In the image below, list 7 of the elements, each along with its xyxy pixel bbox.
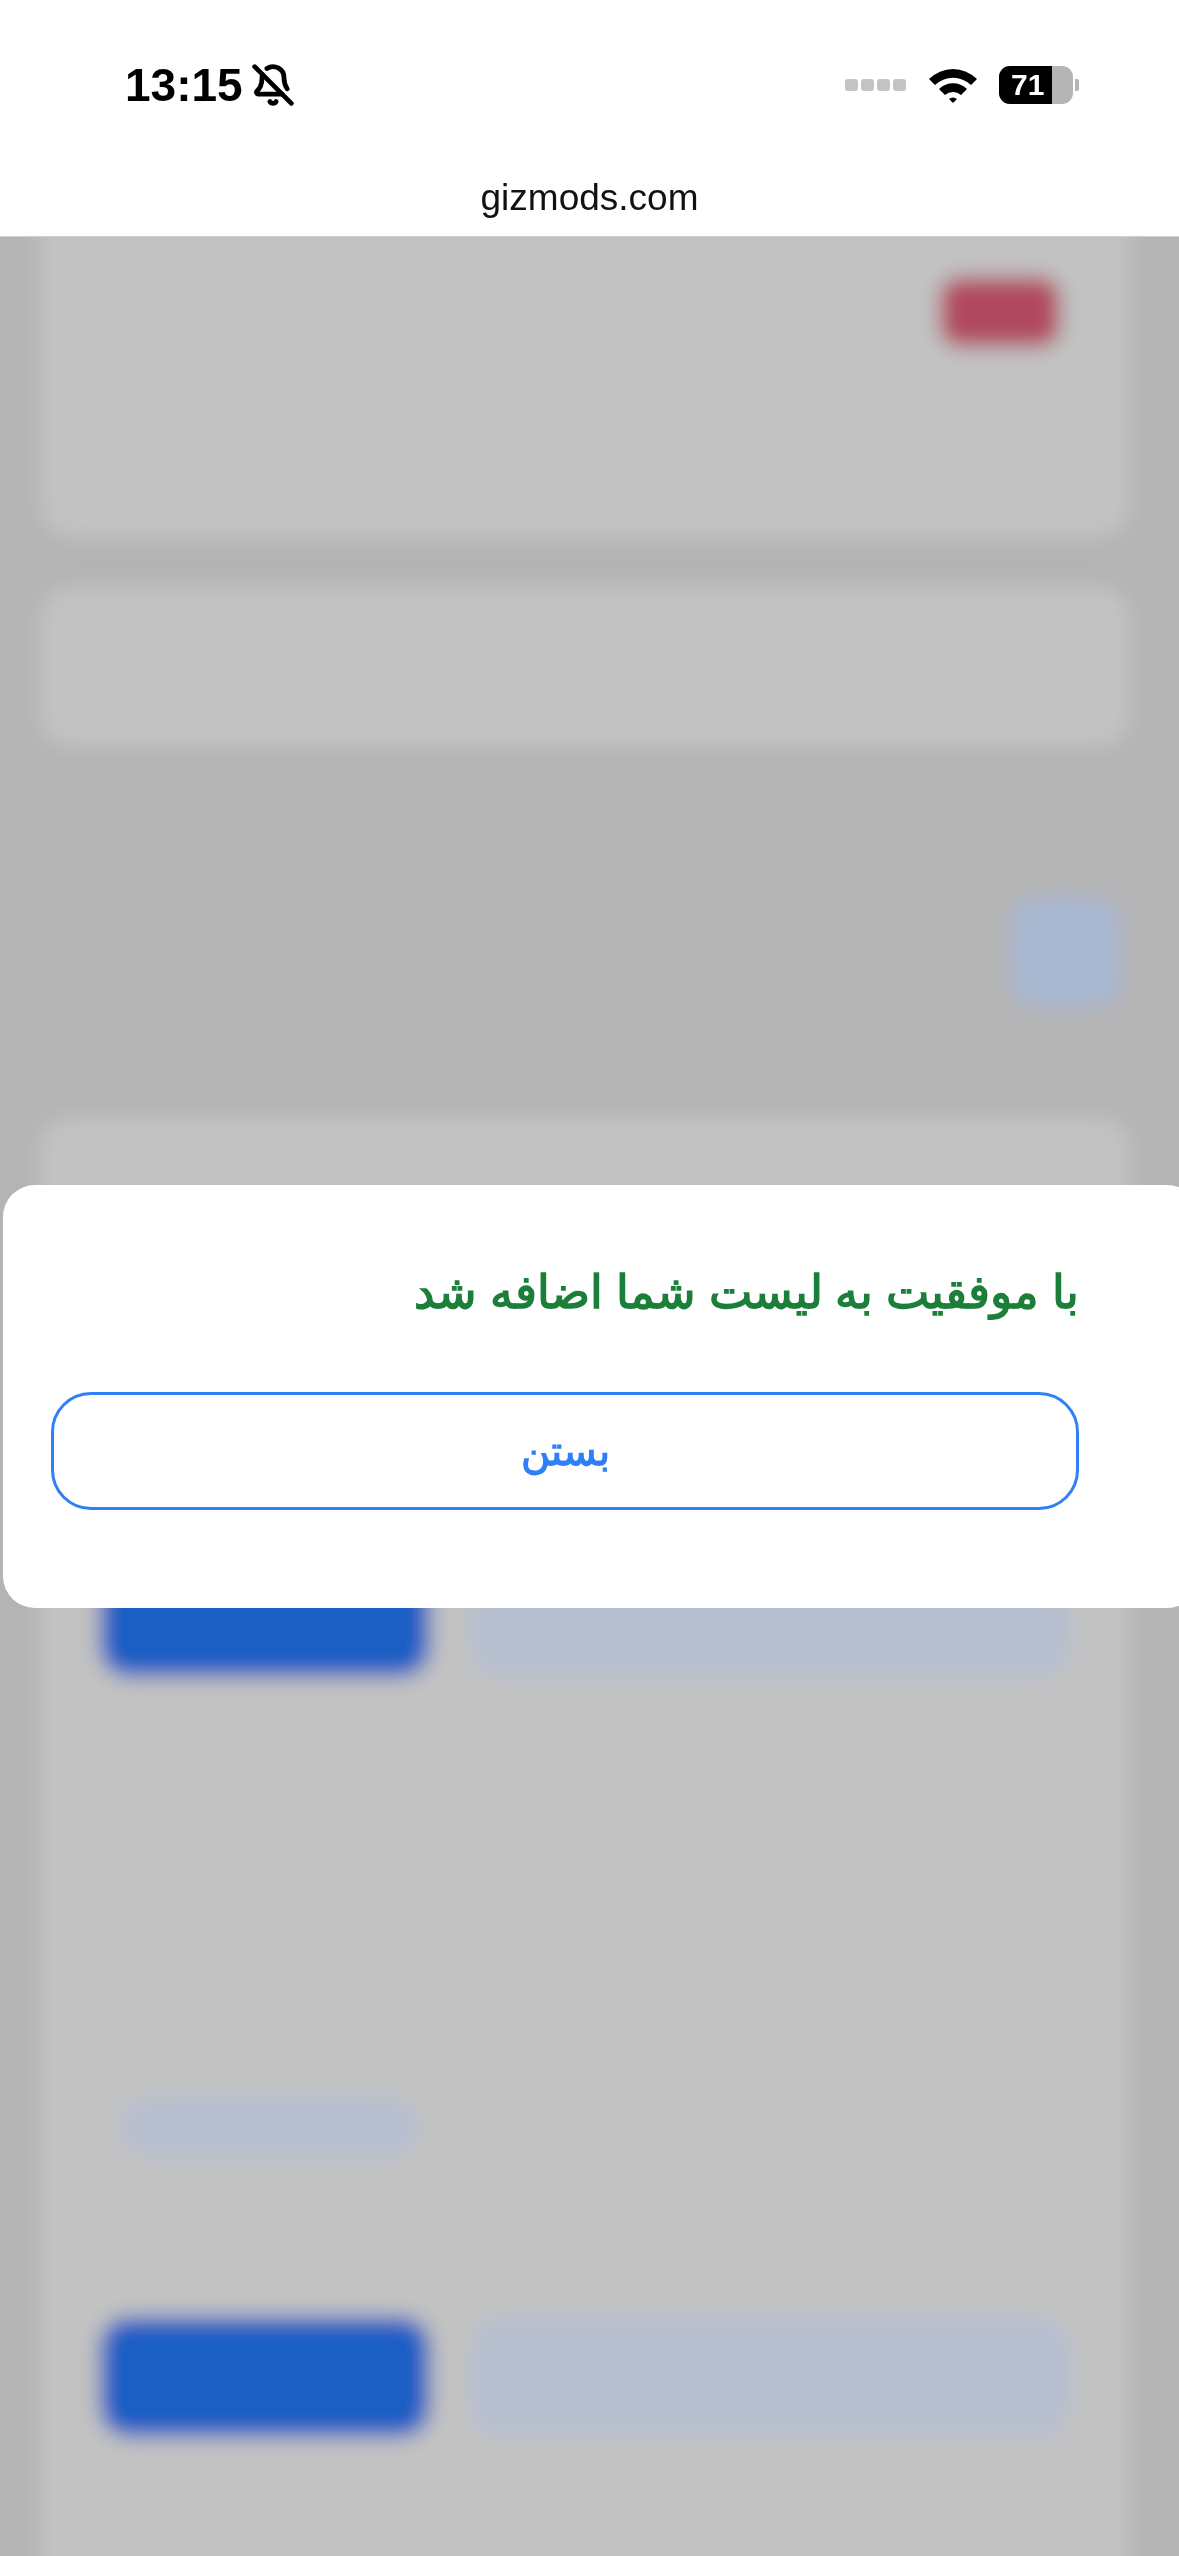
muted-bell-icon <box>250 63 295 107</box>
signal-icon <box>845 78 907 92</box>
success-message: با موفقیت به لیست شما اضافه شد <box>413 1265 1079 1321</box>
battery-percent: 71 <box>1010 70 1045 100</box>
close-button[interactable]: بستن <box>51 1392 1079 1511</box>
clock-time: 13:15 <box>125 57 243 113</box>
url-text[interactable]: gizmods.com <box>480 170 699 226</box>
